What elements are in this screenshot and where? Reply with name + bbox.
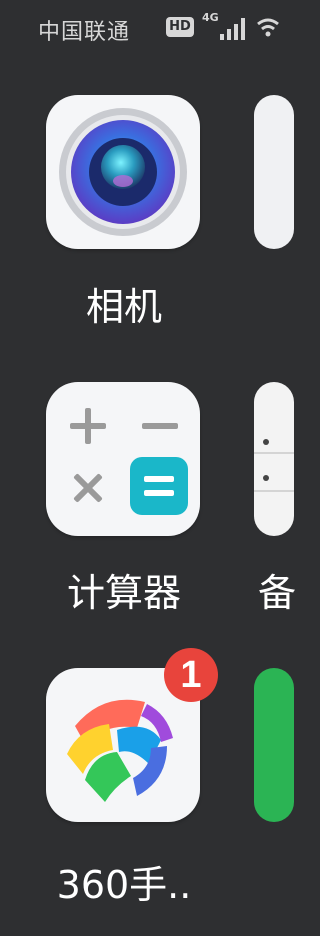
carrier-name: 中国联通 (38, 20, 131, 45)
notes-icon[interactable] (254, 382, 294, 536)
notification-badge: 1 (164, 648, 218, 702)
partial-app-icon-1[interactable] (254, 95, 294, 249)
camera-icon[interactable] (46, 95, 200, 249)
green-app-icon[interactable] (254, 668, 294, 822)
network-type: 4G (202, 11, 219, 24)
app-label-calculator: 计算器 (66, 571, 181, 615)
app-label-360: 360手.. (56, 863, 192, 907)
app-label-notes: 备 (258, 571, 297, 615)
app-label-camera: 相机 (85, 285, 162, 329)
wifi-icon (257, 18, 279, 37)
signal-bars-icon (220, 18, 245, 40)
status-bar: 中国联通 HD 4G (0, 0, 279, 52)
calculator-icon[interactable] (46, 382, 200, 536)
hd-badge: HD (166, 17, 194, 37)
